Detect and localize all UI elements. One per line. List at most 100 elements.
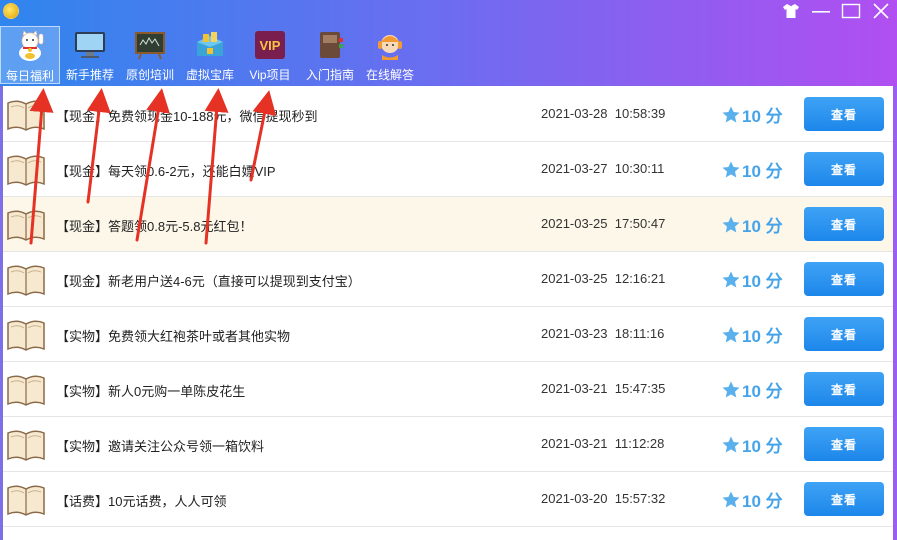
tool-label: 在线解答 <box>365 68 414 82</box>
score-text: 10 分 <box>742 327 783 346</box>
item-time: 18:11:16 <box>614 326 665 341</box>
item-score: 10 分 <box>721 102 783 127</box>
tool-virtual-treasury[interactable]: 虚拟宝库 <box>180 26 240 84</box>
item-title: 【现金】免费领现金10-188元，微信提现秒到 <box>56 109 318 124</box>
item-score: 10 分 <box>721 212 783 237</box>
item-score: 10 分 <box>721 432 783 457</box>
item-datetime: 2021-03-20 15:57:32 <box>541 491 665 506</box>
view-button[interactable]: 查看 <box>804 427 884 461</box>
item-datetime: 2021-03-21 15:47:35 <box>541 381 665 396</box>
lucky-cat-icon <box>13 30 47 62</box>
vip-badge-text: VIP <box>260 38 281 53</box>
item-date: 2021-03-21 <box>541 381 608 396</box>
item-time: 11:12:28 <box>614 436 665 451</box>
score-text: 10 分 <box>742 107 783 126</box>
star-icon <box>722 271 740 287</box>
book-icon <box>7 100 45 131</box>
view-button[interactable]: 查看 <box>804 207 884 241</box>
item-time: 15:57:32 <box>614 491 666 506</box>
score-text: 10 分 <box>742 162 783 181</box>
close-icon[interactable] <box>871 2 891 20</box>
item-score: 10 分 <box>721 377 783 402</box>
star-icon <box>722 381 740 397</box>
monitor-icon <box>73 29 107 61</box>
tool-label: 原创培训 <box>125 68 174 82</box>
tool-online-help[interactable]: 在线解答 <box>360 26 420 84</box>
tool-getting-started[interactable]: 入门指南 <box>300 26 360 84</box>
book-icon <box>7 375 45 406</box>
book-icon <box>7 265 45 296</box>
customer-service-icon <box>373 29 407 61</box>
tool-vip-projects[interactable]: VIP Vip项目 <box>240 26 300 84</box>
item-title: 【现金】答题领0.8元-5.8元红包！ <box>56 219 253 234</box>
item-time: 12:16:21 <box>614 271 666 286</box>
item-datetime: 2021-03-21 11:12:28 <box>541 436 664 451</box>
item-score: 10 分 <box>721 322 783 347</box>
tool-original-training[interactable]: 原创培训 <box>120 26 180 84</box>
item-date: 2021-03-28 <box>541 106 608 121</box>
minimize-icon[interactable] <box>811 2 831 20</box>
item-title: 【实物】新人0元购一单陈皮花生 <box>56 384 246 399</box>
star-icon <box>722 436 740 452</box>
book-icon <box>7 485 45 516</box>
item-score: 10 分 <box>721 267 783 292</box>
item-title: 【实物】免费领大红袍茶叶或者其他实物 <box>56 329 291 344</box>
tool-label: 每日福利 <box>5 69 54 83</box>
item-title: 【话费】10元话费，人人可领 <box>56 494 227 509</box>
list-item: 【话费】10元话费，人人可领 2021-03-20 15:57:32 10 分 … <box>3 472 893 527</box>
item-time: 17:50:47 <box>614 216 666 231</box>
window-controls <box>781 2 891 20</box>
guide-book-icon <box>313 29 347 61</box>
tool-label: 新手推荐 <box>65 68 114 82</box>
star-icon <box>722 491 740 507</box>
book-icon <box>7 210 45 241</box>
item-date: 2021-03-20 <box>541 491 608 506</box>
book-icon <box>7 430 45 461</box>
score-text: 10 分 <box>742 492 783 511</box>
list-item: 【实物】新人0元购一单陈皮花生 2021-03-21 15:47:35 10 分… <box>3 362 893 417</box>
view-button[interactable]: 查看 <box>804 317 884 351</box>
item-score: 10 分 <box>721 487 783 512</box>
item-score: 10 分 <box>721 157 783 182</box>
list-item: 【实物】邀请关注公众号领一箱饮料 2021-03-21 11:12:28 10 … <box>3 417 893 472</box>
item-title: 【现金】每天领0.6-2元，还能白嫖VIP <box>56 164 276 179</box>
vip-badge-icon: VIP <box>253 29 287 61</box>
title-bar: 每日福利 新手推荐 原创培训 虚拟宝库 VIP Vip项目 入门指南 在线解答 <box>0 0 897 86</box>
score-text: 10 分 <box>742 437 783 456</box>
item-datetime: 2021-03-27 10:30:11 <box>541 161 664 176</box>
view-button[interactable]: 查看 <box>804 152 884 186</box>
item-time: 15:47:35 <box>614 381 666 396</box>
star-icon <box>722 161 740 177</box>
app-logo-icon <box>3 3 19 19</box>
item-date: 2021-03-21 <box>541 436 608 451</box>
star-icon <box>722 106 740 122</box>
treasure-box-icon <box>193 29 227 61</box>
list-item: 【现金】新老用户送4-6元（直接可以提现到支付宝） 2021-03-25 12:… <box>3 252 893 307</box>
list-item: 【现金】免费领现金10-188元，微信提现秒到 2021-03-28 10:58… <box>3 87 893 142</box>
item-date: 2021-03-25 <box>541 271 608 286</box>
list-item: 【现金】每天领0.6-2元，还能白嫖VIP 2021-03-27 10:30:1… <box>3 142 893 197</box>
score-text: 10 分 <box>742 272 783 291</box>
item-time: 10:58:39 <box>614 106 666 121</box>
view-button[interactable]: 查看 <box>804 262 884 296</box>
item-title: 【实物】邀请关注公众号领一箱饮料 <box>56 439 265 454</box>
item-time: 10:30:11 <box>614 161 665 176</box>
welfare-list: 【现金】免费领现金10-188元，微信提现秒到 2021-03-28 10:58… <box>0 86 897 540</box>
view-button[interactable]: 查看 <box>804 97 884 131</box>
tool-daily-welfare[interactable]: 每日福利 <box>0 26 60 84</box>
skin-icon[interactable] <box>781 2 801 20</box>
score-text: 10 分 <box>742 382 783 401</box>
item-datetime: 2021-03-23 18:11:16 <box>541 326 664 341</box>
main-toolbar: 每日福利 新手推荐 原创培训 虚拟宝库 VIP Vip项目 入门指南 在线解答 <box>0 26 420 84</box>
book-icon <box>7 155 45 186</box>
list-item: 【实物】免费领大红袍茶叶或者其他实物 2021-03-23 18:11:16 1… <box>3 307 893 362</box>
item-date: 2021-03-23 <box>541 326 608 341</box>
maximize-icon[interactable] <box>841 2 861 20</box>
tool-label: Vip项目 <box>249 68 291 82</box>
book-icon <box>7 320 45 351</box>
star-icon <box>722 326 740 342</box>
tool-beginner-recommend[interactable]: 新手推荐 <box>60 26 120 84</box>
view-button[interactable]: 查看 <box>804 372 884 406</box>
blackboard-icon <box>133 29 167 61</box>
view-button[interactable]: 查看 <box>804 482 884 516</box>
